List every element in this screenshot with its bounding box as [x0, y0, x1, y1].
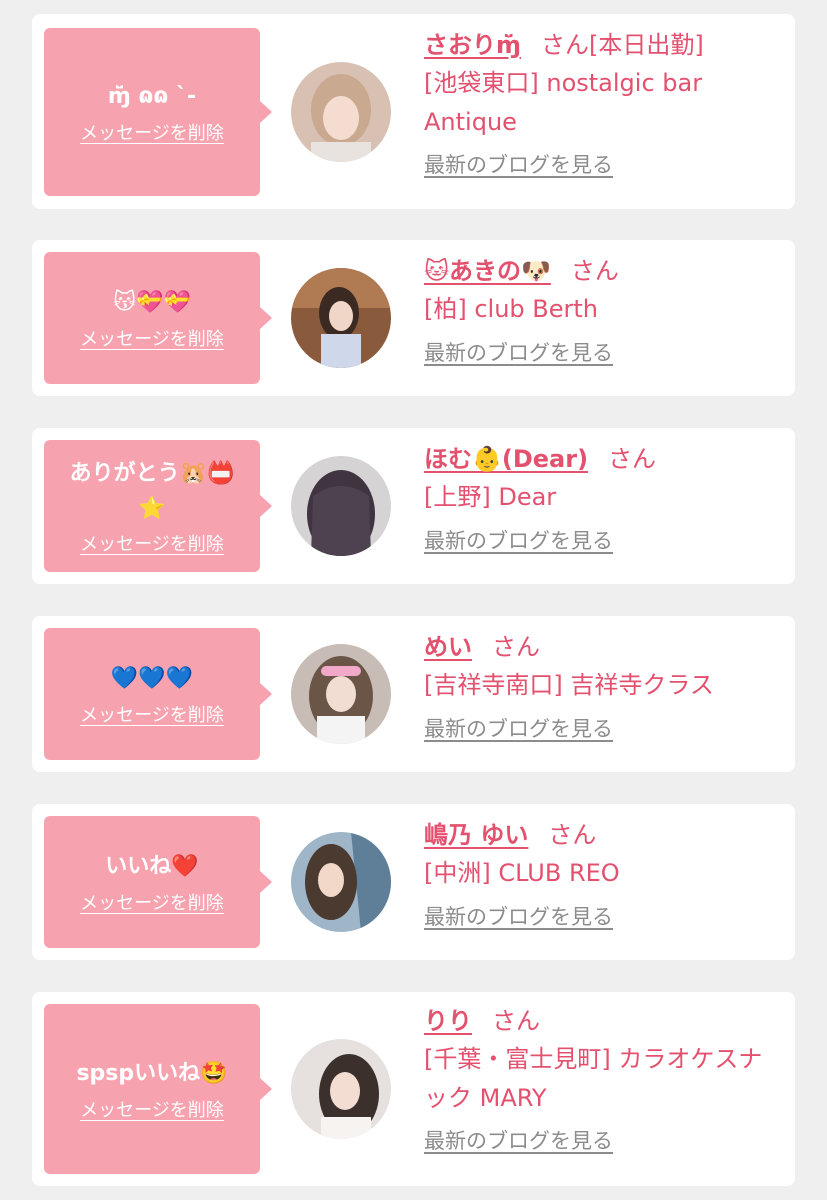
avatar-image: [291, 62, 391, 162]
message-bubble: ありがとう🐹📛⭐ メッセージを削除: [44, 440, 272, 572]
message-bubble: ɱ̆̈ ɷɷ ˋ- メッセージを削除: [44, 28, 272, 196]
cast-info: 🐱あきの🐶 さん [柏] club Berth 最新のブログを見る: [424, 252, 774, 367]
message-bubble: 💙💙💙 メッセージを削除: [44, 628, 272, 760]
cast-name-link[interactable]: ほむ👶(Dear): [424, 445, 588, 473]
honorific: さん: [492, 633, 540, 661]
message-text: いいね❤️: [105, 854, 199, 880]
cast-name-link[interactable]: 嶋乃 ゆい: [424, 821, 528, 849]
cast-avatar[interactable]: [291, 1039, 391, 1139]
message-bubble: spspいいね🤩 メッセージを削除: [44, 1004, 272, 1174]
latest-blog-link[interactable]: 最新のブログを見る: [424, 901, 613, 931]
message-text: spspいいね🤩: [76, 1061, 228, 1087]
latest-blog-link[interactable]: 最新のブログを見る: [424, 1125, 613, 1155]
delete-message-link[interactable]: メッセージを削除: [80, 325, 224, 351]
cast-avatar[interactable]: [291, 456, 391, 556]
cast-name-link[interactable]: さおりɱ̆̈: [424, 31, 521, 59]
honorific: さん: [570, 257, 619, 285]
message-text: 💙💙💙: [110, 666, 194, 692]
cast-name-link[interactable]: めい: [424, 633, 472, 661]
message-text: ɱ̆̈ ɷɷ ˋ-: [107, 84, 197, 110]
honorific: さん: [548, 821, 597, 849]
avatar-image: [291, 644, 391, 744]
message-text: 😽💝💝: [113, 290, 191, 316]
message-bubble: いいね❤️ メッセージを削除: [44, 816, 272, 948]
cast-info: ほむ👶(Dear) さん [上野] Dear 最新のブログを見る: [424, 440, 774, 555]
cast-avatar[interactable]: [291, 644, 391, 744]
cast-info: 嶋乃 ゆい さん [中洲] CLUB REO 最新のブログを見る: [424, 816, 774, 931]
latest-blog-link[interactable]: 最新のブログを見る: [424, 337, 613, 367]
delete-message-link[interactable]: メッセージを削除: [80, 119, 224, 145]
avatar-image: [291, 1039, 391, 1139]
shop-name: [柏] club Berth: [424, 295, 599, 324]
latest-blog-link[interactable]: 最新のブログを見る: [424, 149, 613, 179]
honorific: さん: [608, 445, 657, 473]
latest-blog-link[interactable]: 最新のブログを見る: [424, 525, 613, 555]
shop-name: [中洲] CLUB REO: [424, 859, 620, 888]
cast-avatar[interactable]: [291, 62, 391, 162]
message-card: ありがとう🐹📛⭐ メッセージを削除 ほむ👶(Dear) さん [上野] Dear …: [32, 428, 795, 584]
avatar-image: [291, 832, 391, 932]
message-bubble: 😽💝💝 メッセージを削除: [44, 252, 272, 384]
cast-info: さおりɱ̆̈ さん[本日出勤] [池袋東口] nostalgic bar Anti…: [424, 26, 774, 179]
message-card: 💙💙💙 メッセージを削除 めい さん [吉祥寺南口] 吉祥寺クラス 最新のブログを…: [32, 616, 795, 772]
message-card: spspいいね🤩 メッセージを削除 りり さん [千葉・富士見町] カラオケスナッ…: [32, 992, 795, 1186]
delete-message-link[interactable]: メッセージを削除: [80, 1096, 224, 1122]
cast-info: りり さん [千葉・富士見町] カラオケスナック MARY 最新のブログを見る: [424, 1002, 774, 1155]
cast-info: めい さん [吉祥寺南口] 吉祥寺クラス 最新のブログを見る: [424, 628, 774, 743]
shop-name: [池袋東口] nostalgic bar Antique: [424, 69, 703, 136]
status-label: [本日出勤]: [589, 31, 704, 59]
message-card: いいね❤️ メッセージを削除 嶋乃 ゆい さん [中洲] CLUB REO 最新の…: [32, 804, 795, 960]
shop-name: [千葉・富士見町] カラオケスナック MARY: [424, 1045, 763, 1112]
avatar-image: [291, 268, 391, 368]
shop-name: [吉祥寺南口] 吉祥寺クラス: [424, 671, 714, 700]
honorific: さん: [541, 31, 590, 59]
cast-name-link[interactable]: りり: [424, 1007, 472, 1035]
message-card: ɱ̆̈ ɷɷ ˋ- メッセージを削除 さおりɱ̆̈ さん[本日出勤] [池袋東口]…: [32, 14, 795, 209]
latest-blog-link[interactable]: 最新のブログを見る: [424, 713, 613, 743]
delete-message-link[interactable]: メッセージを削除: [80, 530, 224, 556]
delete-message-link[interactable]: メッセージを削除: [80, 889, 224, 915]
delete-message-link[interactable]: メッセージを削除: [80, 701, 224, 727]
cast-name-link[interactable]: 🐱あきの🐶: [424, 257, 551, 285]
message-text: ありがとう🐹📛⭐: [69, 460, 235, 521]
avatar-image: [291, 456, 391, 556]
cast-avatar[interactable]: [291, 832, 391, 932]
message-card: 😽💝💝 メッセージを削除 🐱あきの🐶 さん [柏] club Berth 最新のブ…: [32, 240, 795, 396]
honorific: さん: [492, 1007, 540, 1035]
cast-avatar[interactable]: [291, 268, 391, 368]
shop-name: [上野] Dear: [424, 483, 557, 512]
